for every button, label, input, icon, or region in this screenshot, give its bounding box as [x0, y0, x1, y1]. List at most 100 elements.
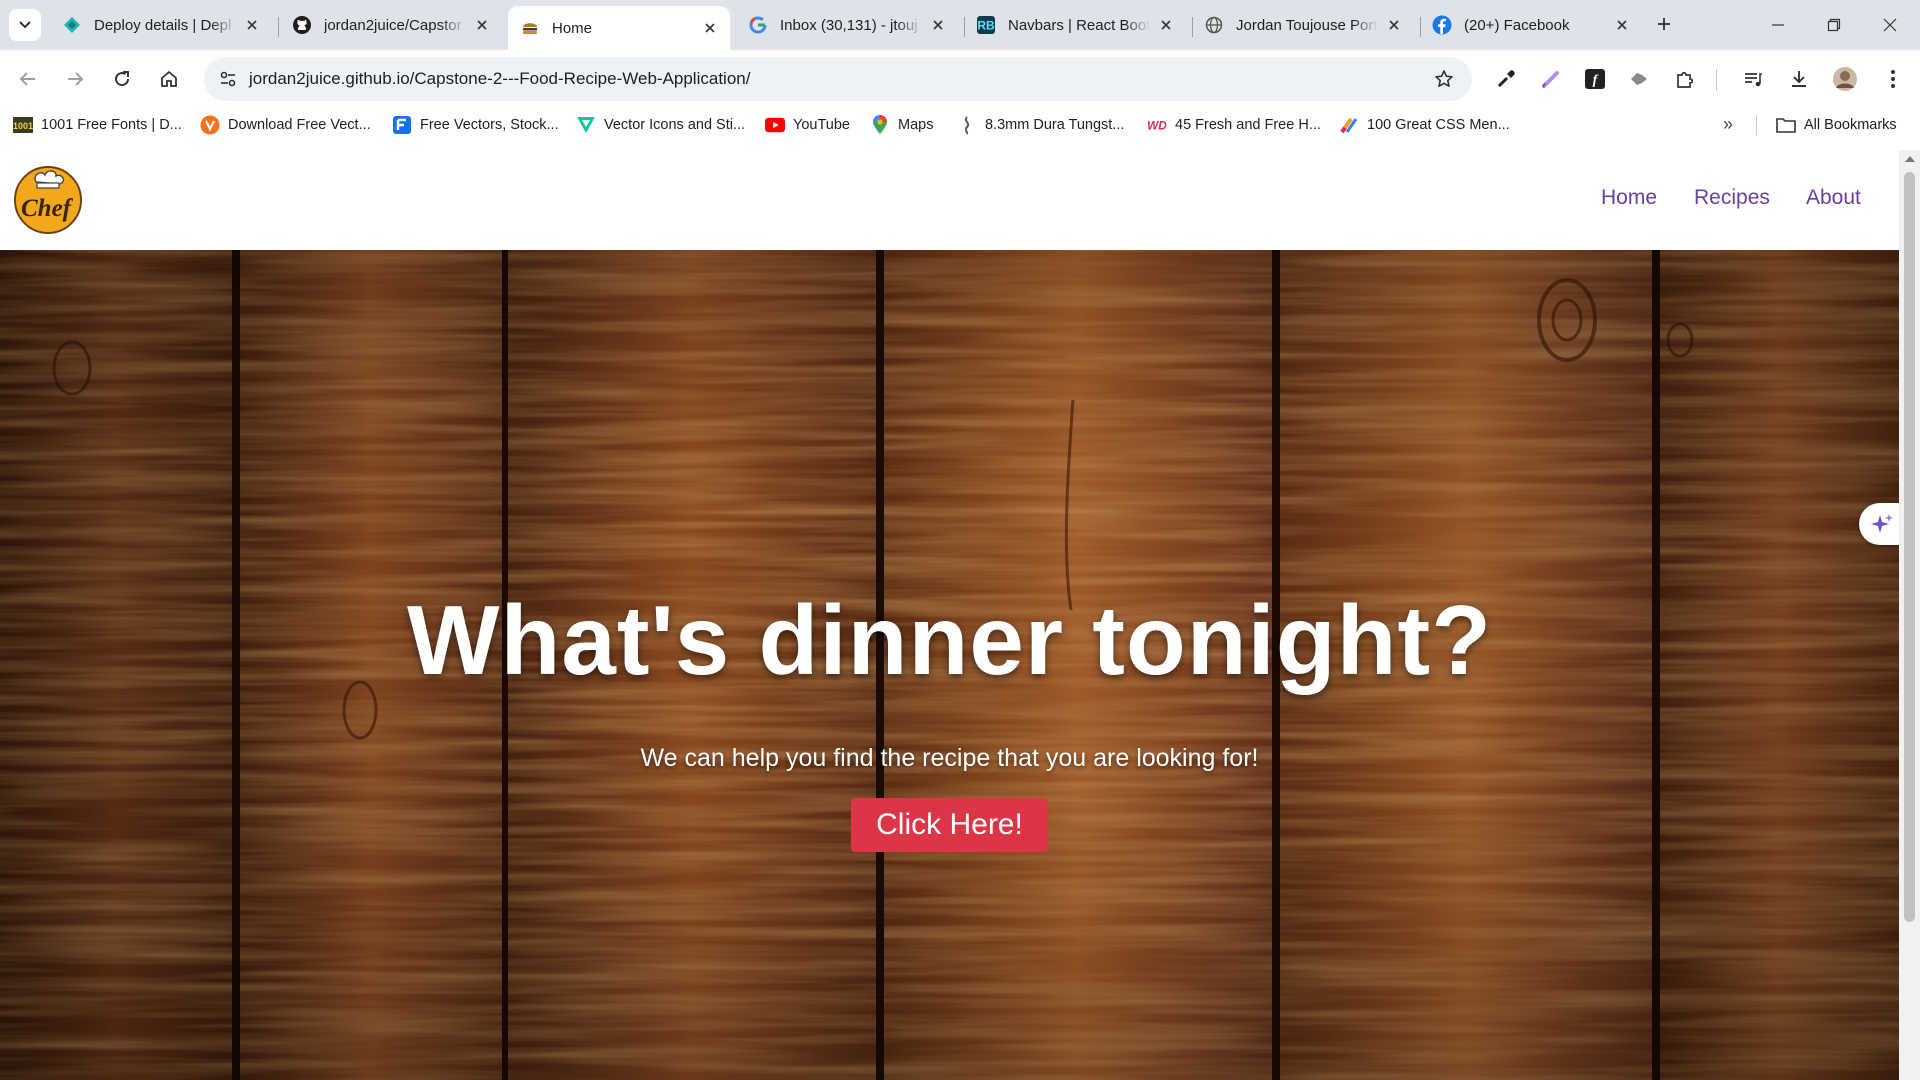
bookmark-item[interactable]: 100 Great CSS Men... [1339, 114, 1510, 136]
bookmark-label: Free Vectors, Stock... [420, 117, 559, 133]
arrow-left-icon [19, 72, 35, 86]
chef-logo[interactable]: Chef [12, 162, 84, 234]
kebab-menu-icon [1891, 70, 1895, 88]
minimize-icon [1772, 24, 1784, 26]
scroll-up-arrow-icon[interactable] [1905, 156, 1915, 162]
tab-home[interactable]: Home [508, 6, 730, 50]
back-button[interactable] [13, 64, 43, 94]
font-icon: f [1585, 69, 1605, 89]
tab-title: Jordan Toujouse Port [1236, 16, 1378, 34]
downloads-button[interactable] [1784, 64, 1814, 94]
site-settings-icon[interactable] [216, 67, 240, 91]
toolbar-divider [1716, 69, 1717, 91]
profile-button[interactable] [1830, 64, 1860, 94]
new-tab-button[interactable] [1650, 10, 1678, 38]
bookmark-star-icon[interactable] [1432, 67, 1456, 91]
bookmark-item[interactable]: 1001 1001 Free Fonts | D... [13, 114, 182, 136]
bookmark-item[interactable]: WD 45 Fresh and Free H... [1147, 114, 1321, 136]
close-icon[interactable] [1384, 15, 1404, 35]
download-icon [1792, 71, 1806, 87]
bookmark-label: 1001 Free Fonts | D... [41, 117, 182, 133]
tab-strip: Deploy details | Depl jordan2juice/Capst… [0, 0, 1920, 50]
fonts-icon: 1001 [13, 115, 33, 135]
close-icon[interactable] [242, 15, 262, 35]
reload-button[interactable] [107, 64, 137, 94]
flaticon-icon [576, 115, 596, 135]
bookmark-label: All Bookmarks [1804, 117, 1897, 133]
close-icon[interactable] [1156, 15, 1176, 35]
bookmark-item[interactable]: Free Vectors, Stock... [392, 114, 559, 136]
restore-button[interactable] [1806, 0, 1862, 50]
tab-deploy[interactable]: Deploy details | Depl [50, 8, 272, 42]
bookmark-item[interactable]: YouTube [765, 114, 850, 136]
close-icon[interactable] [472, 15, 492, 35]
home-icon [161, 70, 177, 87]
media-controls-button[interactable] [1738, 64, 1768, 94]
tab-title: Home [552, 19, 593, 37]
github-icon [292, 15, 312, 35]
browser-toolbar: jordan2juice.github.io/Capstone-2---Food… [0, 50, 1920, 108]
scrollbar-thumb[interactable] [1904, 172, 1915, 922]
menu-button[interactable] [1878, 64, 1908, 94]
maps-icon [870, 115, 890, 135]
chef-logo-icon: Chef [14, 166, 82, 234]
extensions-button[interactable] [1670, 64, 1700, 94]
burger-icon [520, 18, 540, 38]
svg-text:1001: 1001 [13, 121, 33, 131]
pen-extension[interactable] [1536, 64, 1566, 94]
bookmark-item[interactable]: Download Free Vect... [200, 114, 371, 136]
nav-about-link[interactable]: About [1806, 186, 1861, 210]
bookmark-label: Maps [898, 117, 934, 133]
ring-icon [957, 115, 977, 135]
tab-facebook[interactable]: (20+) Facebook [1420, 8, 1642, 42]
chevron-down-icon [19, 21, 31, 29]
close-icon[interactable] [1612, 15, 1632, 35]
tab-title: Inbox (30,131) - jtouj [780, 16, 918, 34]
tab-portfolio[interactable]: Jordan Toujouse Port [1192, 8, 1414, 42]
url-text[interactable]: jordan2juice.github.io/Capstone-2---Food… [249, 69, 750, 89]
page-scrollbar[interactable] [1899, 150, 1920, 1080]
close-window-button[interactable] [1862, 0, 1918, 50]
forward-button[interactable] [60, 64, 90, 94]
tab-navbars[interactable]: RB Navbars | React Boot [964, 8, 1186, 42]
tab-inbox[interactable]: Inbox (30,131) - jtouj [736, 8, 958, 42]
home-button[interactable] [154, 64, 184, 94]
all-bookmarks-button[interactable]: All Bookmarks [1776, 114, 1897, 136]
wd-icon: WD [1147, 115, 1167, 135]
vecteezy-icon [200, 115, 220, 135]
svg-text:RB: RB [977, 19, 995, 33]
svg-text:WD: WD [1147, 119, 1167, 133]
eyedropper-extension[interactable] [1491, 64, 1521, 94]
tab-title: jordan2juice/Capstor [324, 16, 462, 34]
close-icon[interactable] [700, 18, 720, 38]
site-navbar: Chef Home Recipes About [0, 150, 1899, 250]
bookmark-label: 45 Fresh and Free H... [1175, 117, 1321, 133]
hero-title: What's dinner tonight? [406, 585, 1493, 695]
playlist-icon [1745, 73, 1762, 87]
tab-search-button[interactable] [9, 9, 41, 41]
tab-title: Navbars | React Boot [1008, 16, 1150, 34]
font-extension[interactable]: f [1580, 64, 1610, 94]
bookmark-item[interactable]: 8.3mm Dura Tungst... [957, 114, 1124, 136]
address-bar[interactable]: jordan2juice.github.io/Capstone-2---Food… [204, 57, 1472, 101]
page-viewport: Chef Home Recipes About What's dinner to… [0, 150, 1899, 1080]
bookmark-item[interactable]: Vector Icons and Sti... [576, 114, 745, 136]
reload-icon [115, 71, 130, 87]
pen-icon [1542, 71, 1559, 88]
close-icon[interactable] [928, 15, 948, 35]
tab-divider [278, 17, 279, 37]
more-bookmarks-chevron-icon[interactable]: » [1716, 112, 1740, 136]
bookmark-item[interactable]: Maps [870, 114, 933, 136]
cta-button[interactable]: Click Here! [851, 798, 1048, 852]
gray-extension[interactable] [1624, 64, 1654, 94]
svg-text:Chef: Chef [21, 195, 74, 222]
close-icon [1883, 18, 1897, 32]
tab-title: (20+) Facebook [1464, 16, 1570, 34]
restore-icon [1827, 18, 1841, 32]
nav-home-link[interactable]: Home [1601, 186, 1657, 210]
tab-github[interactable]: jordan2juice/Capstor [280, 8, 502, 42]
nav-recipes-link[interactable]: Recipes [1694, 186, 1770, 210]
hero-subtitle: We can help you find the recipe that you… [640, 744, 1259, 772]
bookmark-label: Vector Icons and Sti... [604, 117, 746, 133]
minimize-button[interactable] [1750, 0, 1806, 50]
